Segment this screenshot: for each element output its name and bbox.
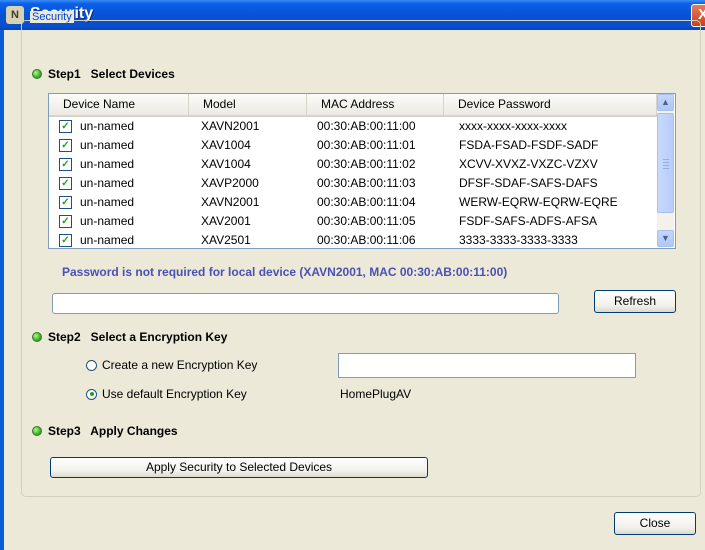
mac-address-cell: 00:30:AB:00:11:01 — [317, 138, 416, 152]
status-dot-icon — [32, 426, 42, 436]
mac-address-cell: 00:30:AB:00:11:03 — [317, 176, 416, 190]
column-model[interactable]: Model — [189, 94, 307, 115]
scroll-thumb[interactable] — [657, 113, 674, 213]
device-list[interactable]: Device Name Model MAC Address Device Pas… — [48, 93, 676, 249]
column-device-name[interactable]: Device Name — [49, 94, 189, 115]
apply-security-button[interactable]: Apply Security to Selected Devices — [50, 457, 428, 478]
table-row[interactable]: ✓ un-named XAVN2001 00:30:AB:00:11:04 WERW-E… — [49, 193, 657, 212]
device-name-cell: un-named — [80, 138, 135, 152]
column-device-password[interactable]: Device Password — [444, 94, 657, 115]
device-password-cell: WERW-EQRW-EQRW-EQRE — [459, 195, 618, 209]
device-name-cell: un-named — [80, 119, 135, 133]
table-row[interactable]: ✓ un-named XAVN2001 00:30:AB:00:11:00 xxxx-x… — [49, 117, 657, 136]
device-name-cell: un-named — [80, 157, 135, 171]
row-checkbox[interactable]: ✓ — [59, 234, 72, 247]
scroll-up-icon[interactable]: ▲ — [657, 94, 674, 111]
device-password-cell: 3333-3333-3333-3333 — [459, 233, 578, 247]
column-mac-address[interactable]: MAC Address — [307, 94, 444, 115]
row-checkbox[interactable]: ✓ — [59, 120, 72, 133]
model-cell: XAV2001 — [201, 214, 251, 228]
mac-address-cell: 00:30:AB:00:11:00 — [317, 119, 416, 133]
status-dot-icon — [32, 69, 42, 79]
model-cell: XAV1004 — [201, 157, 251, 171]
table-row[interactable]: ✓ un-named XAVP2000 00:30:AB:00:11:03 DFSF-S… — [49, 174, 657, 193]
default-key-label: Use default Encryption Key — [102, 387, 247, 401]
device-password-cell: XCVV-XVXZ-VXZC-VZXV — [459, 157, 598, 171]
mac-address-cell: 00:30:AB:00:11:06 — [317, 233, 416, 247]
row-checkbox[interactable]: ✓ — [59, 139, 72, 152]
device-password-cell: FSDF-SAFS-ADFS-AFSA — [459, 214, 598, 228]
table-row[interactable]: ✓ un-named XAV2501 00:30:AB:00:11:06 3333-33… — [49, 231, 657, 248]
device-name-cell: un-named — [80, 195, 135, 209]
device-password-cell: DFSF-SDAF-SAFS-DAFS — [459, 176, 598, 190]
model-cell: XAVP2000 — [201, 176, 259, 190]
progress-bar — [52, 293, 559, 314]
step3-label: Step3 Apply Changes — [48, 424, 178, 438]
mac-address-cell: 00:30:AB:00:11:05 — [317, 214, 416, 228]
close-button[interactable]: Close — [614, 512, 696, 535]
model-cell: XAVN2001 — [201, 119, 260, 133]
radio-use-default-key[interactable]: Use default Encryption Key — [86, 387, 247, 401]
scroll-down-icon[interactable]: ▼ — [657, 230, 674, 247]
step3-header: Step3 Apply Changes — [32, 424, 178, 438]
vertical-scrollbar[interactable]: ▲ ▼ — [657, 94, 674, 247]
local-device-note: Password is not required for local devic… — [62, 265, 508, 279]
device-list-header: Device Name Model MAC Address Device Pas… — [49, 94, 657, 117]
device-name-cell: un-named — [80, 176, 135, 190]
default-key-value: HomePlugAV — [340, 387, 412, 401]
device-rows: ✓ un-named XAVN2001 00:30:AB:00:11:00 xxxx-x… — [49, 117, 657, 248]
row-checkbox[interactable]: ✓ — [59, 158, 72, 171]
row-checkbox[interactable]: ✓ — [59, 177, 72, 190]
status-dot-icon — [32, 332, 42, 342]
security-window: N Security X Security Step1 Select Devic… — [0, 0, 705, 550]
row-checkbox[interactable]: ✓ — [59, 196, 72, 209]
refresh-button[interactable]: Refresh — [594, 290, 676, 313]
radio-create-new-key[interactable]: Create a new Encryption Key — [86, 358, 257, 372]
step1-label: Step1 Select Devices — [48, 67, 175, 81]
mac-address-cell: 00:30:AB:00:11:02 — [317, 157, 416, 171]
device-name-cell: un-named — [80, 233, 135, 247]
encryption-key-input[interactable] — [338, 353, 636, 378]
row-checkbox[interactable]: ✓ — [59, 215, 72, 228]
device-password-cell: FSDA-FSAD-FSDF-SADF — [459, 138, 599, 152]
step1-header: Step1 Select Devices — [32, 67, 175, 81]
table-row[interactable]: ✓ un-named XAV1004 00:30:AB:00:11:01 FSDA-FS… — [49, 136, 657, 155]
model-cell: XAV1004 — [201, 138, 251, 152]
table-row[interactable]: ✓ un-named XAV1004 00:30:AB:00:11:02 XCVV-XV… — [49, 155, 657, 174]
create-key-label: Create a new Encryption Key — [102, 358, 258, 372]
groupbox-label: Security — [30, 11, 74, 23]
model-cell: XAVN2001 — [201, 195, 260, 209]
device-password-cell: xxxx-xxxx-xxxx-xxxx — [459, 119, 567, 133]
table-row[interactable]: ✓ un-named XAV2001 00:30:AB:00:11:05 FSDF-SA… — [49, 212, 657, 231]
step2-label: Step2 Select a Encryption Key — [48, 330, 228, 344]
model-cell: XAV2501 — [201, 233, 251, 247]
device-name-cell: un-named — [80, 214, 135, 228]
step2-header: Step2 Select a Encryption Key — [32, 330, 227, 344]
mac-address-cell: 00:30:AB:00:11:04 — [317, 195, 416, 209]
radio-selected-icon[interactable] — [86, 388, 97, 400]
radio-circle-icon[interactable] — [86, 359, 97, 371]
